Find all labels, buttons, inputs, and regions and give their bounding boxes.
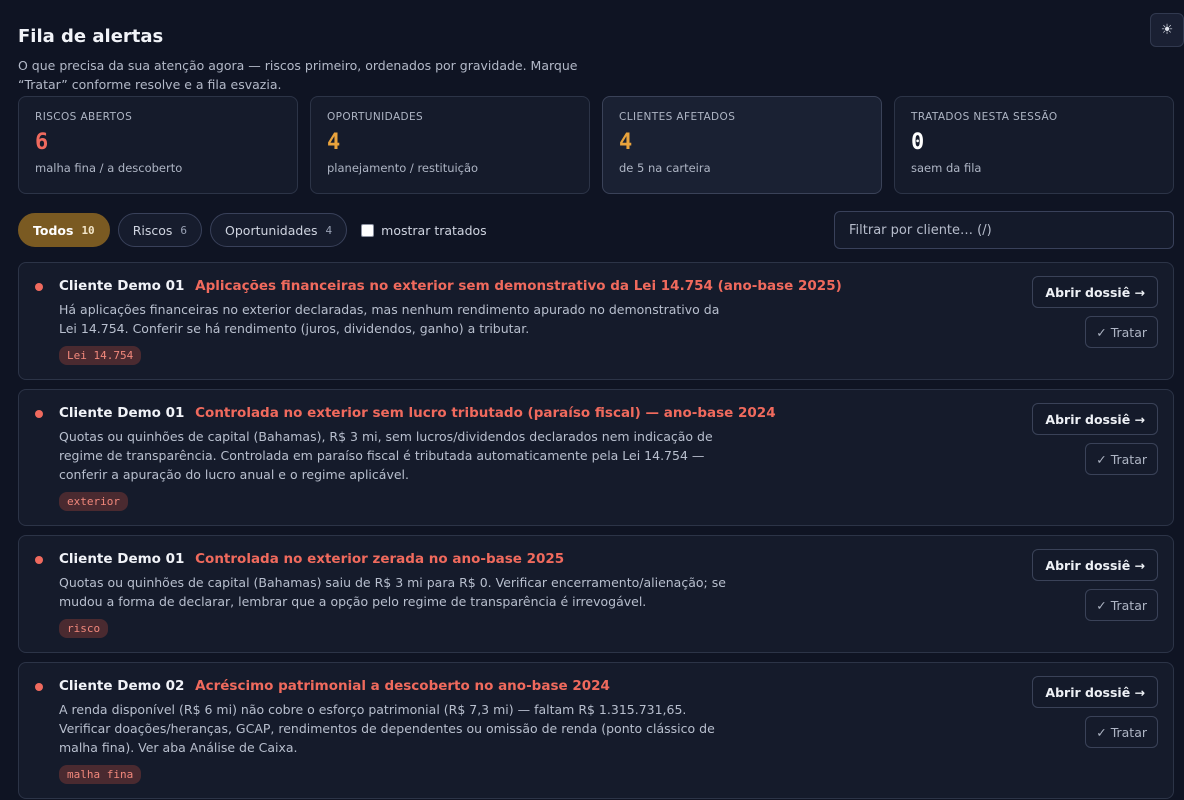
- stat-sub: malha fina / a descoberto: [35, 161, 183, 175]
- stat-label: Clientes afetados: [619, 111, 736, 123]
- stat-label: Oportunidades: [327, 111, 424, 123]
- treat-button[interactable]: ✓ Tratar: [1085, 316, 1158, 348]
- stat-label: Riscos abertos: [35, 111, 133, 123]
- alert-tag: exterior: [59, 492, 128, 511]
- page-subtitle: O que precisa da sua atenção agora — ris…: [18, 58, 578, 92]
- stat-value: 4: [327, 130, 341, 155]
- alert-actions: Abrir dossiê → ✓ Tratar: [1032, 549, 1158, 621]
- stat-value: 0: [911, 130, 925, 155]
- alert-actions: Abrir dossiê → ✓ Tratar: [1032, 276, 1158, 348]
- page-title: Fila de alertas: [18, 26, 164, 47]
- open-dossier-button[interactable]: Abrir dossiê →: [1032, 676, 1158, 708]
- risk-dot-icon: [35, 410, 43, 418]
- client-filter-placeholder: Filtrar por cliente… (/): [849, 222, 992, 238]
- alert-title: Acréscimo patrimonial a descoberto no an…: [195, 678, 610, 694]
- stat-sub: planejamento / restituição: [327, 161, 479, 175]
- alert-title: Aplicações financeiras no exterior sem d…: [195, 278, 842, 294]
- alert-description: Há aplicações financeiras no exterior de…: [59, 302, 720, 336]
- stat-opportunities: Oportunidades 4 planejamento / restituiç…: [310, 96, 590, 194]
- alert-tag: malha fina: [59, 765, 142, 784]
- client-filter-input[interactable]: Filtrar por cliente… (/): [834, 211, 1174, 249]
- alert-actions: Abrir dossiê → ✓ Tratar: [1032, 676, 1158, 748]
- alert-tag: Lei 14.754: [59, 346, 142, 365]
- filter-tab-all[interactable]: Todos 10: [18, 213, 110, 247]
- alert-actions: Abrir dossiê → ✓ Tratar: [1032, 403, 1158, 475]
- treat-button[interactable]: ✓ Tratar: [1085, 716, 1158, 748]
- alert-card: Cliente Demo 02 Acréscimo patrimonial a …: [18, 662, 1174, 799]
- stat-value: 6: [35, 130, 49, 155]
- stat-sub: de 5 na carteira: [619, 161, 711, 175]
- filter-tab-count: 4: [325, 223, 333, 237]
- filter-tab-label: Todos: [33, 222, 74, 238]
- open-dossier-button[interactable]: Abrir dossiê →: [1032, 549, 1158, 581]
- alert-heading: Cliente Demo 01 Controlada no exterior s…: [59, 403, 1155, 423]
- alert-client: Cliente Demo 01: [59, 551, 185, 567]
- alert-list: Cliente Demo 01 Aplicações financeiras n…: [18, 262, 1174, 800]
- sun-icon: ☀: [1160, 22, 1174, 38]
- alert-tag: risco: [59, 619, 109, 638]
- filter-bar: Todos 10 Riscos 6 Oportunidades 4 mostra…: [18, 211, 1174, 249]
- alert-title: Controlada no exterior zerada no ano-bas…: [195, 551, 565, 567]
- stat-treated-session: Tratados nesta sessão 0 saem da fila: [894, 96, 1174, 194]
- alert-card: Cliente Demo 01 Controlada no exterior s…: [18, 389, 1174, 526]
- alert-heading: Cliente Demo 01 Aplicações financeiras n…: [59, 276, 1155, 296]
- filter-tab-count: 10: [81, 223, 95, 237]
- alert-heading: Cliente Demo 01 Controlada no exterior z…: [59, 549, 1155, 569]
- alert-card: Cliente Demo 01 Aplicações financeiras n…: [18, 262, 1174, 380]
- treat-button[interactable]: ✓ Tratar: [1085, 443, 1158, 475]
- stat-label: Tratados nesta sessão: [911, 111, 1058, 123]
- filter-tab-label: Riscos: [132, 222, 173, 238]
- stat-open-risks: Riscos abertos 6 malha fina / a descober…: [18, 96, 298, 194]
- risk-dot-icon: [35, 683, 43, 691]
- alert-client: Cliente Demo 01: [59, 405, 185, 421]
- risk-dot-icon: [35, 556, 43, 564]
- theme-toggle-button[interactable]: ☀: [1150, 13, 1184, 47]
- alert-description: Quotas ou quinhões de capital (Bahamas),…: [59, 429, 713, 482]
- stat-value: 4: [619, 130, 633, 155]
- alert-client: Cliente Demo 01: [59, 278, 185, 294]
- open-dossier-button[interactable]: Abrir dossiê →: [1032, 403, 1158, 435]
- show-treated-toggle[interactable]: mostrar tratados: [361, 223, 487, 238]
- filter-tab-opportunities[interactable]: Oportunidades 4: [210, 213, 348, 247]
- filter-tab-risks[interactable]: Riscos 6: [117, 213, 203, 247]
- stats-row: Riscos abertos 6 malha fina / a descober…: [18, 96, 1174, 194]
- treat-button[interactable]: ✓ Tratar: [1085, 589, 1158, 621]
- filter-tab-count: 6: [180, 223, 188, 237]
- filter-tab-label: Oportunidades: [225, 222, 318, 238]
- stat-affected-clients: Clientes afetados 4 de 5 na carteira: [602, 96, 882, 194]
- alert-heading: Cliente Demo 02 Acréscimo patrimonial a …: [59, 676, 1155, 696]
- show-treated-label: mostrar tratados: [381, 222, 487, 238]
- alert-description: A renda disponível (R$ 6 mi) não cobre o…: [59, 702, 715, 755]
- alert-card: Cliente Demo 01 Controlada no exterior z…: [18, 535, 1174, 653]
- risk-dot-icon: [35, 283, 43, 291]
- alert-client: Cliente Demo 02: [59, 678, 185, 694]
- stat-sub: saem da fila: [911, 161, 982, 175]
- alert-description: Quotas ou quinhões de capital (Bahamas) …: [59, 575, 726, 609]
- show-treated-checkbox[interactable]: [361, 223, 375, 237]
- alert-title: Controlada no exterior sem lucro tributa…: [195, 405, 776, 421]
- page-header: Fila de alertas O que precisa da sua ate…: [18, 24, 578, 94]
- open-dossier-button[interactable]: Abrir dossiê →: [1032, 276, 1158, 308]
